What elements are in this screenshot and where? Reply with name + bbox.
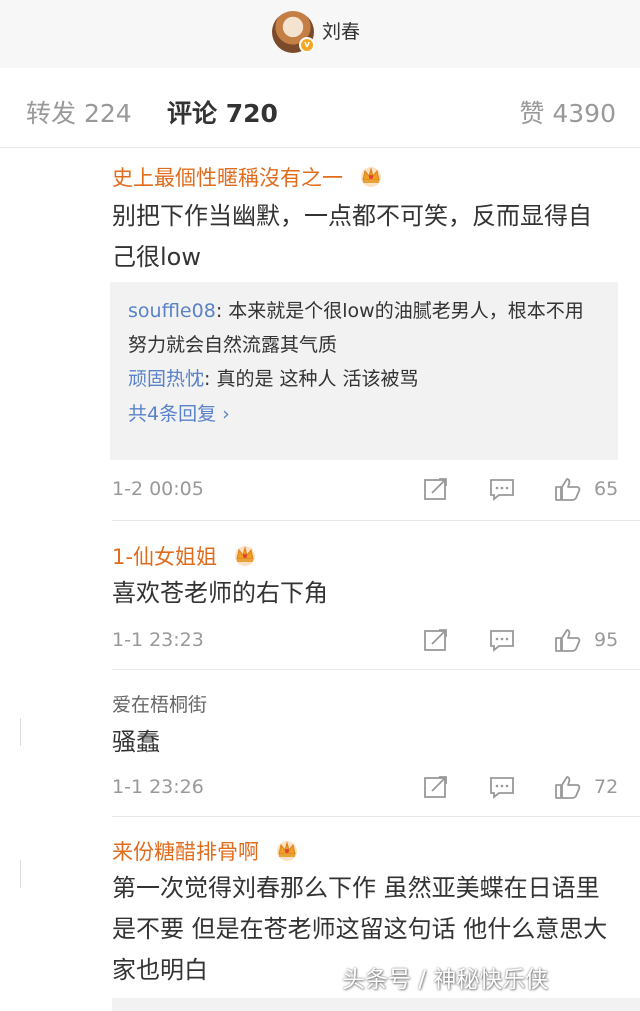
tab-reposts-count: 224 bbox=[83, 99, 132, 128]
comment-author-name: 来份糖醋排骨啊 bbox=[112, 840, 259, 864]
watermark: 头条号 / 神秘快乐侠 bbox=[342, 967, 549, 993]
divider bbox=[112, 520, 640, 521]
like-icon[interactable] bbox=[554, 774, 582, 800]
tab-reposts[interactable]: 转发 224 bbox=[26, 94, 132, 130]
tab-comments-label: 评论 bbox=[167, 99, 218, 128]
reply-item: souffle08: 本来就是个很low的油腻老男人，根本不用努力就会自然流露其… bbox=[128, 294, 600, 362]
like-count: 65 bbox=[594, 478, 619, 500]
reply-box[interactable]: souffle08: 本来就是个很low的油腻老男人，根本不用努力就会自然流露其… bbox=[110, 282, 618, 460]
reply-box-edge bbox=[112, 998, 640, 1011]
reply-icon[interactable] bbox=[488, 774, 516, 800]
comment-meta: 1-1 23:23 95 bbox=[112, 621, 622, 661]
like-icon[interactable] bbox=[554, 627, 582, 653]
comment-author-name: 史上最個性暱稱沒有之一 bbox=[112, 166, 343, 190]
reply-text: : 真的是 这种人 活该被骂 bbox=[204, 368, 419, 390]
divider bbox=[112, 816, 640, 817]
comment-time: 1-1 23:26 bbox=[112, 776, 204, 798]
reply-user[interactable]: 顽固热忱 bbox=[128, 368, 204, 390]
tab-likes-count: 4390 bbox=[552, 99, 616, 128]
like-count: 95 bbox=[594, 629, 619, 651]
share-icon[interactable] bbox=[422, 774, 450, 800]
comment-meta: 1-1 23:26 72 bbox=[112, 768, 622, 808]
vip-crown-icon bbox=[276, 841, 297, 861]
profile-header: v 刘春 bbox=[0, 0, 640, 68]
verified-badge: v bbox=[299, 37, 315, 53]
reply-item: 顽固热忱: 真的是 这种人 活该被骂 bbox=[128, 362, 600, 396]
comment-time: 1-2 00:05 bbox=[112, 478, 204, 500]
comment-author-name: 爱在梧桐街 bbox=[112, 694, 208, 716]
tab-bar: 转发 224 评论 720 赞 4390 bbox=[0, 68, 640, 148]
share-icon[interactable] bbox=[422, 476, 450, 502]
tab-comments-count: 720 bbox=[225, 99, 278, 128]
comment-author[interactable]: 来份糖醋排骨啊 bbox=[112, 836, 300, 866]
comment-author[interactable]: 爱在梧桐街 bbox=[112, 690, 207, 717]
reply-icon[interactable] bbox=[488, 476, 516, 502]
username[interactable]: 刘春 bbox=[322, 17, 360, 44]
comment-author[interactable]: 史上最個性暱稱沒有之一 bbox=[112, 162, 384, 192]
more-replies-link[interactable]: 共4条回复 › bbox=[128, 396, 600, 432]
tab-likes-label: 赞 bbox=[519, 99, 545, 128]
tab-likes[interactable]: 赞 4390 bbox=[519, 94, 616, 130]
comment-text: 别把下作当幽默，一点都不可笑，反而显得自己很low bbox=[112, 202, 592, 271]
reply-icon[interactable] bbox=[488, 627, 516, 653]
like-icon[interactable] bbox=[554, 476, 582, 502]
edge-mark bbox=[20, 860, 21, 888]
comment-time: 1-1 23:23 bbox=[112, 629, 204, 651]
comment-author-name: 1-仙女姐姐 bbox=[112, 545, 217, 569]
divider bbox=[112, 669, 640, 670]
comment-text: 喜欢苍老师的右下角 bbox=[112, 579, 328, 607]
tab-comments[interactable]: 评论 720 bbox=[167, 94, 278, 130]
edge-mark bbox=[20, 718, 21, 746]
reply-user[interactable]: souffle08 bbox=[128, 300, 216, 322]
vip-crown-icon bbox=[234, 546, 255, 566]
vip-crown-icon bbox=[360, 167, 381, 187]
share-icon[interactable] bbox=[422, 627, 450, 653]
comment-meta: 1-2 00:05 65 bbox=[112, 470, 622, 510]
comment-author[interactable]: 1-仙女姐姐 bbox=[112, 541, 258, 571]
like-count: 72 bbox=[594, 776, 619, 798]
comment-text: 骚蠢 bbox=[112, 728, 160, 756]
tab-reposts-label: 转发 bbox=[26, 99, 77, 128]
